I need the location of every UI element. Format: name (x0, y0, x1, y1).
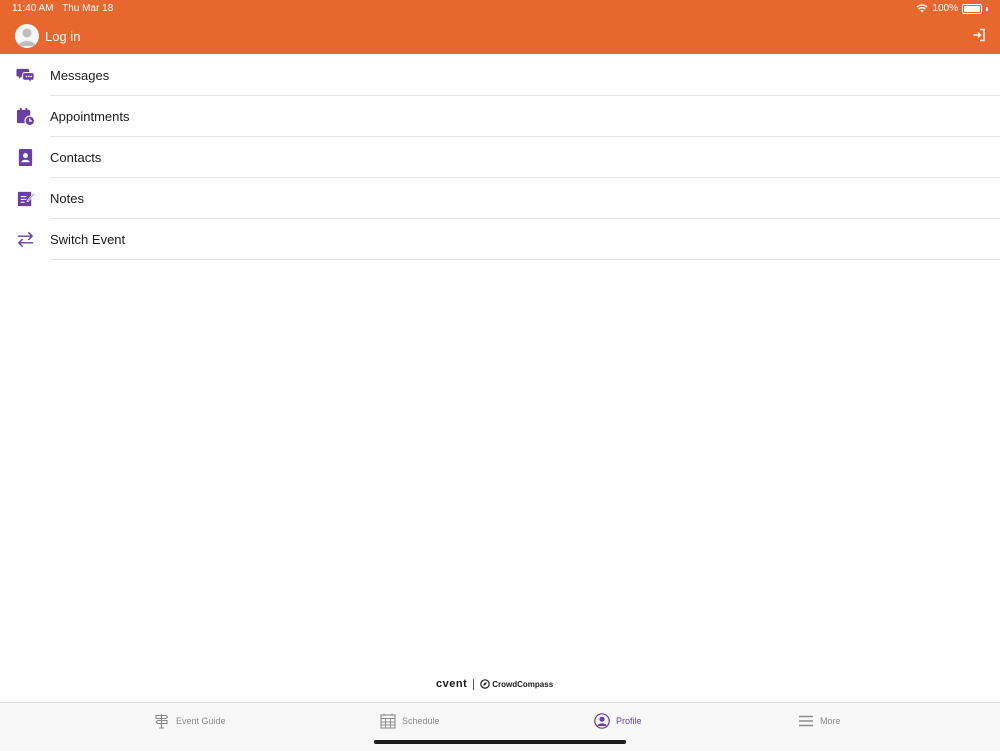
crowdcompass-text: CrowdCompass (492, 679, 554, 689)
signpost-icon (155, 714, 169, 729)
header-bar: 11:40 AM Thu Mar 18 100% Log in (0, 0, 1000, 54)
tab-label: More (820, 716, 841, 726)
tab-label: Profile (616, 716, 642, 726)
tab-profile[interactable]: Profile (594, 713, 642, 729)
login-link[interactable]: Log in (45, 29, 80, 44)
tab-label: Event Guide (176, 716, 226, 726)
messages-icon (16, 68, 35, 84)
user-silhouette-icon (18, 28, 36, 46)
compass-icon (480, 679, 491, 689)
menu-item-label: Messages (50, 68, 110, 83)
menu-item-appointments[interactable]: Appointments (0, 96, 1000, 137)
battery-tip (986, 6, 988, 11)
footer-brand: cvent CrowdCompass (436, 678, 553, 690)
menu-item-contacts[interactable]: Contacts (0, 137, 1000, 178)
menu-item-messages[interactable]: Messages (0, 55, 1000, 96)
tab-event-guide[interactable]: Event Guide (154, 713, 226, 729)
status-date: Thu Mar 18 (62, 3, 114, 14)
menu-item-label: Appointments (50, 109, 130, 124)
menu-item-label: Contacts (50, 150, 102, 165)
profile-icon (594, 713, 610, 729)
login-icon[interactable] (972, 28, 986, 42)
home-indicator[interactable] (374, 740, 626, 744)
tab-schedule[interactable]: Schedule (380, 713, 440, 729)
hamburger-icon (799, 715, 813, 727)
battery-percent: 100% (932, 3, 958, 14)
notes-icon (17, 191, 35, 207)
crowdcompass-logo: CrowdCompass (480, 679, 553, 689)
brand-divider (473, 678, 475, 690)
tab-more[interactable]: More (798, 713, 841, 729)
switch-event-icon (17, 231, 34, 248)
wifi-icon (916, 4, 929, 13)
status-time: 11:40 AM (12, 3, 54, 14)
appointments-icon (16, 107, 35, 126)
profile-menu: Messages Appointments Contacts Notes Swi… (0, 55, 1000, 260)
menu-item-notes[interactable]: Notes (0, 178, 1000, 219)
calendar-icon (380, 713, 396, 729)
status-bar-right: 100% (916, 3, 988, 14)
menu-item-switch-event[interactable]: Switch Event (0, 219, 1000, 260)
divider (50, 259, 1000, 260)
cvent-logo: cvent (436, 678, 468, 690)
avatar[interactable] (15, 24, 39, 48)
battery-icon (962, 3, 982, 14)
tab-label: Schedule (402, 716, 440, 726)
contacts-icon (18, 148, 33, 167)
status-bar-left: 11:40 AM Thu Mar 18 (12, 3, 119, 14)
menu-item-label: Switch Event (50, 232, 126, 247)
menu-item-label: Notes (50, 191, 84, 206)
